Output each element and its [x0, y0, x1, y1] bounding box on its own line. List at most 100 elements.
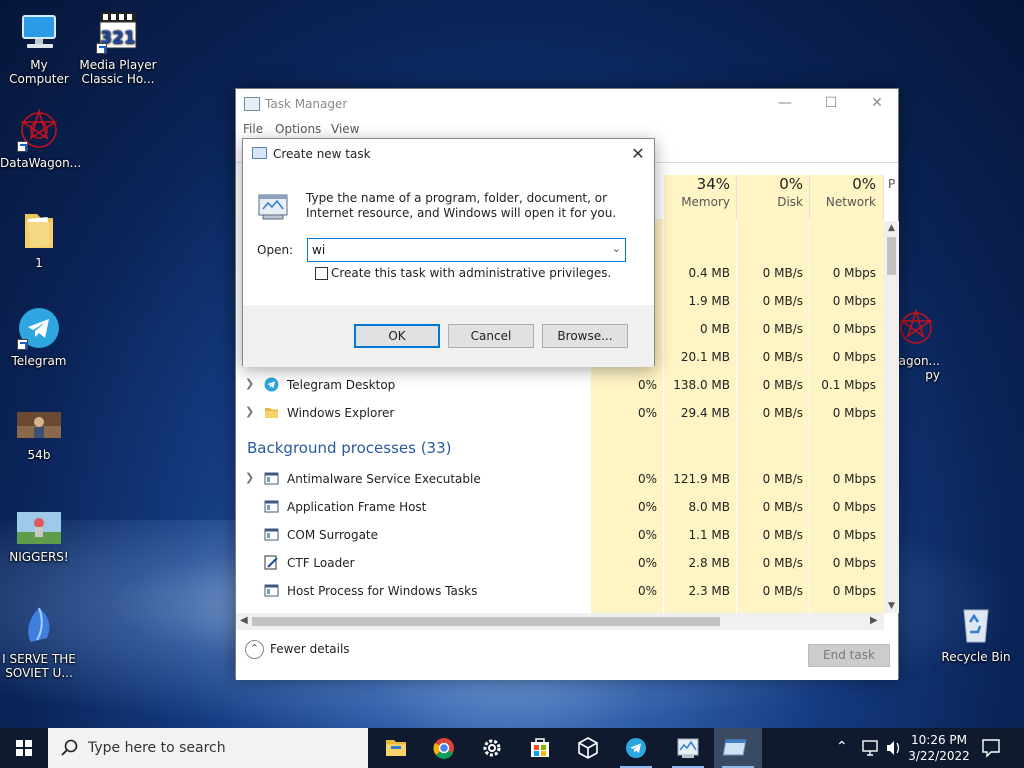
create-new-task-dialog[interactable]: Create new task ✕ Type the name of a pro…	[242, 138, 655, 367]
table-row-telegram-desktop[interactable]: ❯ Telegram Desktop 0% 138.0 MB 0 MB/s 0.…	[236, 371, 884, 399]
expand-chevron-icon[interactable]: ❯	[245, 377, 254, 390]
table-row-application-frame-host[interactable]: Application Frame Host 0% 8.0 MB 0 MB/s …	[236, 493, 884, 521]
column-network[interactable]: 0% Network	[810, 175, 876, 209]
process-window-icon	[264, 471, 279, 486]
desktop-icon-media-player[interactable]: 321 Media Player Classic Ho...	[79, 10, 157, 86]
run-dialog-icon	[252, 147, 267, 159]
scroll-right-icon[interactable]: ▶	[870, 615, 878, 626]
maximize-button[interactable]: ☐	[808, 89, 854, 119]
crystal-icon	[17, 604, 61, 648]
scroll-left-icon[interactable]: ◀	[240, 615, 248, 626]
admin-privileges-checkbox[interactable]	[315, 267, 328, 280]
taskbar-settings[interactable]	[468, 728, 516, 768]
desktop-icon-54b[interactable]: 54b	[0, 412, 78, 462]
desktop-icon-datawagon[interactable]: DataWagon...	[0, 108, 81, 170]
file-explorer-icon	[386, 740, 406, 756]
show-hidden-icons-chevron-icon[interactable]: ⌃	[836, 739, 856, 768]
browse-button[interactable]: Browse...	[542, 324, 628, 348]
telegram-icon	[264, 377, 279, 392]
menu-file[interactable]: File	[243, 122, 263, 136]
table-row-antimalware[interactable]: ❯ Antimalware Service Executable 0% 121.…	[236, 465, 884, 493]
recycle-bin-icon	[954, 602, 998, 646]
chrome-icon	[433, 738, 454, 759]
expand-chevron-icon[interactable]: ❯	[245, 405, 254, 418]
table-row-windows-explorer[interactable]: ❯ Windows Explorer 0% 29.4 MB 0 MB/s 0 M…	[236, 399, 884, 427]
open-combobox[interactable]: ⌄	[307, 238, 626, 262]
taskbar-clock[interactable]: 10:26 PM 3/22/2022	[908, 732, 970, 764]
media-player-icon: 321	[96, 10, 140, 54]
taskbar-chrome[interactable]	[420, 728, 468, 768]
task-manager-title: Task Manager	[265, 97, 348, 111]
cancel-button[interactable]: Cancel	[448, 324, 534, 348]
vertical-scrollbar[interactable]: ▲ ▼	[884, 221, 899, 613]
desktop-icon-niggers-image[interactable]: NIGGERS!	[0, 512, 78, 564]
run-dialog-icon	[722, 739, 747, 756]
table-row-host-process[interactable]: Host Process for Windows Tasks 0% 2.3 MB…	[236, 577, 884, 605]
scroll-up-icon[interactable]: ▲	[884, 223, 899, 233]
desktop-icon-soviet[interactable]: I SERVE THE SOVIET U...	[0, 604, 78, 680]
taskbar-run-dialog[interactable]	[714, 728, 762, 768]
chevron-up-icon[interactable]: ⌃	[245, 640, 264, 659]
desktop-icon-my-computer[interactable]: My Computer	[0, 10, 78, 86]
minimize-button[interactable]: —	[762, 89, 808, 119]
fewer-details-link[interactable]: Fewer details	[270, 642, 350, 656]
datawagon-icon	[17, 108, 61, 152]
network-icon[interactable]	[860, 728, 882, 768]
desktop-icon-folder-1[interactable]: 1	[0, 208, 78, 270]
dialog-button-bar: OK Cancel Browse...	[243, 305, 654, 367]
search-icon	[60, 738, 80, 758]
scroll-thumb[interactable]	[887, 237, 896, 275]
run-program-icon	[257, 191, 289, 223]
column-separator	[883, 175, 884, 219]
admin-privileges-label[interactable]: Create this task with administrative pri…	[331, 266, 611, 280]
expand-chevron-icon[interactable]: ❯	[245, 471, 254, 484]
ctf-loader-icon	[264, 555, 279, 570]
taskbar-search[interactable]: Type here to search	[48, 728, 368, 768]
file-explorer-icon	[264, 405, 279, 420]
shortcut-arrow-icon	[17, 339, 28, 350]
ok-button[interactable]: OK	[354, 324, 440, 348]
taskbar: Type here to search ⌃ 10:26 PM 3/22/2022	[0, 728, 1024, 768]
notifications-icon[interactable]	[980, 728, 1002, 768]
chevron-down-icon[interactable]: ⌄	[612, 242, 621, 255]
windows-logo-icon	[16, 740, 32, 756]
column-memory[interactable]: 34% Memory	[664, 175, 730, 209]
clock-time: 10:26 PM	[911, 733, 967, 747]
taskbar-store[interactable]	[516, 728, 564, 768]
menu-bar: File Options View	[236, 119, 898, 139]
dialog-title: Create new task	[273, 147, 371, 161]
taskbar-task-manager[interactable]	[664, 728, 712, 768]
horizontal-scrollbar[interactable]: ◀ ▶	[236, 613, 884, 630]
taskbar-file-explorer[interactable]	[372, 728, 420, 768]
scroll-down-icon[interactable]: ▼	[884, 601, 899, 611]
open-label: Open:	[257, 243, 294, 257]
taskbar-telegram[interactable]	[612, 728, 660, 768]
task-manager-titlebar[interactable]: Task Manager — ☐ ✕	[236, 89, 898, 119]
task-manager-icon	[244, 97, 260, 111]
store-icon	[531, 738, 549, 757]
taskbar-3d-viewer[interactable]	[564, 728, 612, 768]
table-row-ctf-loader[interactable]: CTF Loader 0% 2.8 MB 0 MB/s 0 Mbps	[236, 549, 884, 577]
column-power-partial[interactable]: P	[888, 175, 898, 191]
volume-icon[interactable]	[884, 728, 904, 768]
open-input[interactable]	[312, 241, 602, 259]
start-button[interactable]	[0, 728, 48, 768]
dialog-titlebar[interactable]: Create new task ✕	[243, 139, 654, 169]
menu-options[interactable]: Options	[275, 122, 321, 136]
3d-box-icon	[578, 737, 598, 759]
process-window-icon	[264, 499, 279, 514]
clock-date: 3/22/2022	[908, 749, 970, 763]
task-manager-icon	[677, 738, 699, 758]
desktop-icon-recycle-bin[interactable]: Recycle Bin	[937, 602, 1015, 664]
end-task-button[interactable]: End task	[808, 644, 890, 667]
desktop-icon-telegram[interactable]: Telegram	[0, 306, 78, 368]
table-row-com-surrogate[interactable]: COM Surrogate 0% 1.1 MB 0 MB/s 0 Mbps	[236, 521, 884, 549]
dialog-close-button[interactable]: ✕	[622, 139, 654, 169]
shortcut-arrow-icon	[96, 43, 107, 54]
column-disk[interactable]: 0% Disk	[737, 175, 803, 209]
close-button[interactable]: ✕	[854, 89, 900, 119]
menu-view[interactable]: View	[331, 122, 359, 136]
scroll-thumb[interactable]	[252, 617, 720, 626]
section-background-processes: Background processes (33)	[247, 439, 452, 457]
search-placeholder: Type here to search	[88, 740, 226, 756]
